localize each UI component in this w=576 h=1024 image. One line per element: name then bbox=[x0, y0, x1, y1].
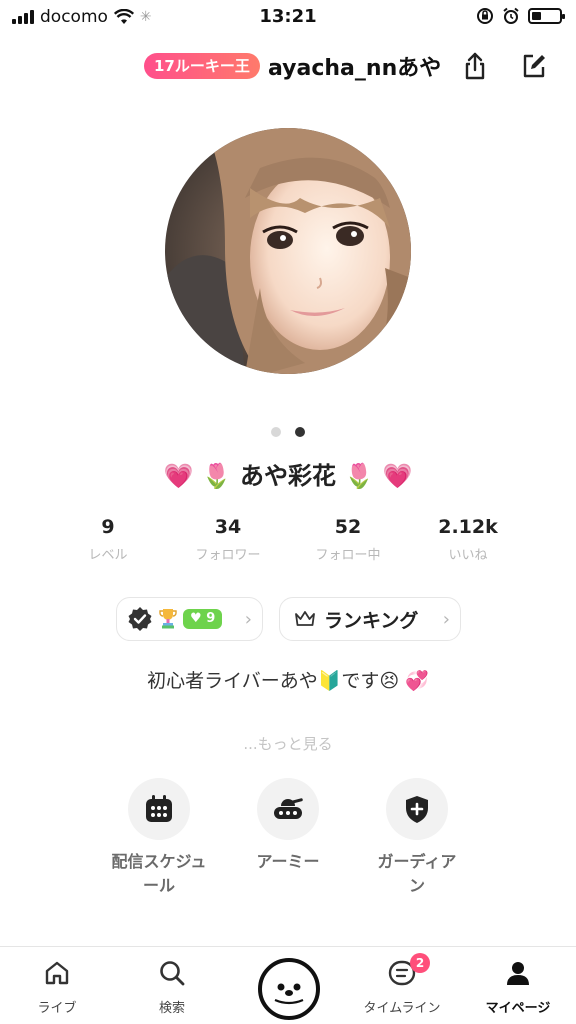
display-name: 💗 🌷 あや彩花 🌷 💗 bbox=[0, 456, 576, 491]
name-emoji-right: 🌷 💗 bbox=[344, 462, 413, 490]
tab-live[interactable]: ライブ bbox=[7, 959, 107, 1016]
stat-value: 34 bbox=[214, 516, 242, 538]
chevron-right-icon: › bbox=[442, 608, 450, 630]
stat-likes[interactable]: 2.12k いいね bbox=[408, 516, 528, 563]
search-icon bbox=[160, 961, 185, 986]
rookie-badge[interactable]: 17ルーキー王 bbox=[144, 53, 260, 79]
army-label: アーミー bbox=[256, 852, 320, 871]
tab-mypage[interactable]: マイページ bbox=[468, 959, 568, 1016]
tab-search[interactable]: 検索 bbox=[122, 959, 222, 1016]
carousel-indicator bbox=[0, 427, 576, 437]
bot-face-icon bbox=[274, 983, 304, 1005]
bottom-tab-bar: ライブ 検索 2 タイムライン マイページ bbox=[0, 946, 576, 1024]
stat-followers[interactable]: 34 フォロワー bbox=[168, 516, 288, 563]
stat-label: フォロワー bbox=[195, 548, 261, 563]
status-bar: docomo ✳ 13:21 bbox=[0, 0, 576, 34]
tab-label: 検索 bbox=[158, 1001, 185, 1016]
tab-timeline[interactable]: 2 タイムライン bbox=[352, 953, 452, 1016]
share-button[interactable] bbox=[459, 50, 491, 82]
schedule-label: 配信スケジュール bbox=[111, 852, 207, 895]
stat-following[interactable]: 52 フォロー中 bbox=[288, 516, 408, 563]
guardian-button[interactable] bbox=[386, 778, 448, 840]
profile-avatar[interactable] bbox=[165, 128, 411, 374]
guardian-label: ガーディアン bbox=[377, 852, 457, 895]
shield-icon bbox=[406, 796, 428, 823]
army-action[interactable]: アーミー bbox=[223, 778, 353, 874]
stat-value: 9 bbox=[101, 516, 115, 538]
stat-value: 52 bbox=[334, 516, 362, 538]
see-more-link[interactable]: ...もっと見る bbox=[0, 733, 576, 754]
tab-label: タイムライン bbox=[363, 1001, 441, 1016]
avatar-photo bbox=[165, 128, 411, 374]
edit-icon bbox=[523, 54, 545, 78]
stat-label: フォロー中 bbox=[315, 548, 381, 563]
carousel-dot[interactable] bbox=[271, 427, 281, 437]
edit-profile-button[interactable] bbox=[518, 50, 550, 82]
profile-stats: 9 レベル 34 フォロワー 52 フォロー中 2.12k いいね bbox=[48, 516, 528, 563]
tab-label: ライブ bbox=[37, 1001, 77, 1016]
schedule-action[interactable]: 配信スケジュール bbox=[94, 778, 224, 898]
display-name-text: あや彩花 bbox=[240, 462, 336, 490]
battery-level bbox=[532, 12, 542, 20]
timeline-notification-badge: 2 bbox=[410, 953, 430, 973]
ranking-chip[interactable]: ランキング › bbox=[279, 597, 461, 641]
stat-value: 2.12k bbox=[438, 516, 498, 538]
army-button[interactable] bbox=[257, 778, 319, 840]
ranking-label: ランキング bbox=[324, 609, 419, 632]
name-emoji-left: 💗 🌷 bbox=[163, 462, 232, 490]
trophy-icon bbox=[159, 609, 177, 629]
stat-level[interactable]: 9 レベル bbox=[48, 516, 168, 563]
alarm-icon bbox=[503, 7, 519, 24]
profile-header: 17ルーキー王 ayacha_nnあや bbox=[0, 44, 576, 88]
verified-badge-icon bbox=[128, 607, 152, 631]
schedule-button[interactable] bbox=[128, 778, 190, 840]
calendar-icon bbox=[146, 795, 172, 822]
stat-label: いいね bbox=[448, 548, 488, 563]
orientation-lock-icon bbox=[477, 8, 493, 24]
level-chip[interactable]: ♥ 9 › bbox=[116, 597, 263, 641]
share-icon bbox=[465, 52, 485, 80]
profile-bio: 初心者ライバーあや🔰です😣 💞 bbox=[147, 670, 429, 692]
username: ayacha_nnあや bbox=[268, 56, 442, 81]
battery-icon bbox=[528, 8, 565, 24]
person-icon bbox=[507, 962, 529, 985]
tab-label: マイページ bbox=[485, 1001, 551, 1016]
chevron-right-icon: › bbox=[244, 608, 252, 630]
stat-label: レベル bbox=[88, 548, 128, 563]
home-icon bbox=[45, 961, 69, 985]
level-badge: ♥ 9 bbox=[183, 609, 223, 629]
tank-icon bbox=[274, 798, 303, 819]
crown-icon bbox=[295, 611, 315, 626]
carousel-dot[interactable] bbox=[295, 427, 305, 437]
center-live-button[interactable] bbox=[258, 958, 320, 1020]
guardian-action[interactable]: ガーディアン bbox=[352, 778, 482, 898]
level-badge-value: 9 bbox=[206, 611, 216, 626]
